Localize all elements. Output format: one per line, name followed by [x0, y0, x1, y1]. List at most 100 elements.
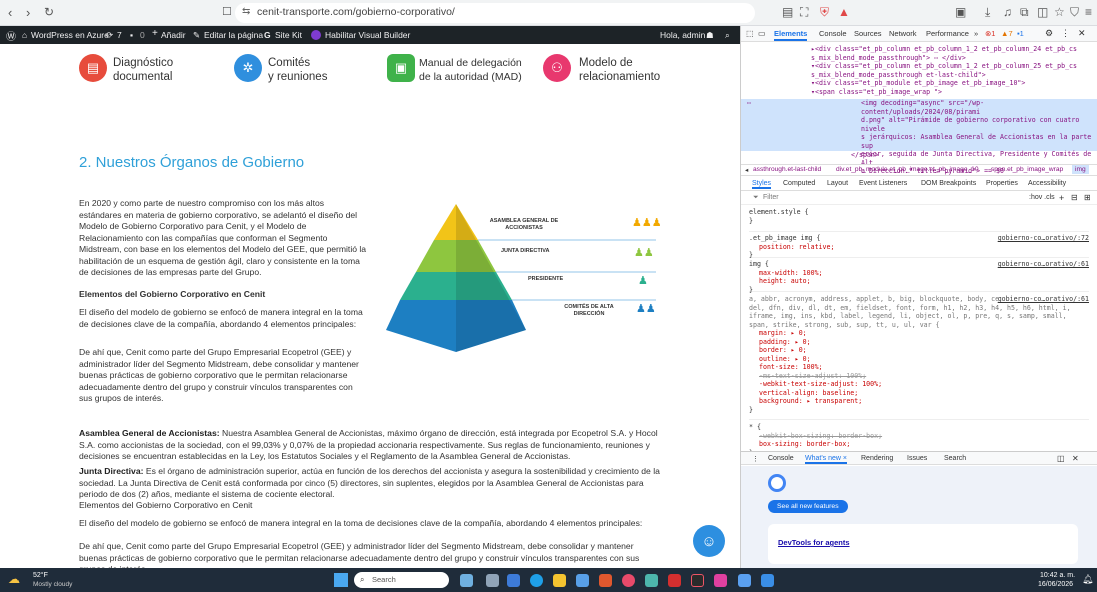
- wordpress-logo-icon[interactable]: Ⓦ: [6, 28, 16, 43]
- device-toolbar-icon[interactable]: ▭: [758, 29, 766, 38]
- rewards-icon[interactable]: ▲: [838, 5, 850, 19]
- new-rule-icon[interactable]: +: [1059, 193, 1064, 203]
- close-devtools-icon[interactable]: ✕: [1078, 28, 1086, 39]
- add-new-link[interactable]: Añadir: [161, 30, 186, 40]
- drawer-close-icon[interactable]: ✕: [1072, 454, 1079, 463]
- drawer-tab-issues[interactable]: Issues: [907, 455, 927, 462]
- tab-network[interactable]: Network: [889, 29, 917, 38]
- rule-prop[interactable]: font-size: 100%;: [749, 363, 1089, 372]
- sitekit-icon[interactable]: G: [264, 30, 271, 40]
- dom-line[interactable]: ▸<div class="et_pb_column et_pb_column_1…: [811, 45, 1096, 54]
- rule-prop-overridden[interactable]: -ms-text-size-adjust: 100%;: [749, 372, 1089, 381]
- search-icon[interactable]: ⌕: [725, 30, 730, 41]
- rule-prop[interactable]: max-width: 100%;: [749, 269, 1089, 278]
- inspect-icon[interactable]: ⬚: [746, 29, 754, 38]
- vpn-app-icon[interactable]: [738, 574, 751, 587]
- visual-builder-link[interactable]: Habilitar Visual Builder: [325, 30, 410, 40]
- tab-sources[interactable]: Sources: [854, 29, 882, 38]
- devtools-agents-link[interactable]: DevTools for agents: [778, 538, 850, 547]
- address-bar[interactable]: ⇆ cenit-transporte.com/gobierno-corporat…: [235, 3, 755, 23]
- media-icon[interactable]: ♫: [1003, 5, 1012, 19]
- teams-icon[interactable]: [645, 574, 658, 587]
- span-close[interactable]: </span>: [851, 151, 879, 160]
- sitekit-link[interactable]: Site Kit: [275, 30, 302, 40]
- rule-prop[interactable]: outline: ▸ 0;: [749, 355, 1089, 364]
- widgets-icon[interactable]: [486, 574, 499, 587]
- dom-line[interactable]: ▾<div class="et_pb_module et_pb_image et…: [811, 79, 1096, 88]
- selected-img-node[interactable]: ⋯ <img decoding="async" src="/wp-content…: [741, 99, 1097, 175]
- rule-prop[interactable]: height: auto;: [749, 277, 1089, 286]
- updates-count[interactable]: 7: [117, 30, 122, 40]
- kebab-menu-icon[interactable]: ⋮: [1061, 28, 1070, 39]
- tab-computed[interactable]: Computed: [783, 180, 815, 187]
- split-view-icon[interactable]: ◫: [1037, 5, 1048, 19]
- tab-styles[interactable]: Styles: [752, 180, 772, 189]
- notification-icon[interactable]: 🔔︎: [1082, 574, 1093, 585]
- reader-icon[interactable]: ▤: [782, 5, 793, 19]
- rule-source[interactable]: gobierno-co…orativo/:61: [998, 260, 1089, 269]
- rule-prop[interactable]: padding: ▸ 0;: [749, 338, 1089, 347]
- rule-prop-overridden[interactable]: -webkit-box-sizing: border-box;: [749, 432, 1089, 441]
- see-all-features-button[interactable]: See all new features: [768, 500, 848, 513]
- breadcrumb-item[interactable]: div.et_pb_module.et_pb_image.et_pb_image…: [836, 166, 978, 173]
- weather-text[interactable]: Mostly cloudy: [33, 581, 72, 588]
- rule-source[interactable]: gobierno-co…orativo/:61: [997, 295, 1089, 304]
- info-count[interactable]: ▪1: [1017, 29, 1024, 38]
- breadcrumb-item[interactable]: assthrough.et-last-child: [753, 166, 821, 173]
- drawer-tab-whats-new[interactable]: What's new ×: [805, 455, 847, 464]
- task-view-icon[interactable]: [460, 574, 473, 587]
- clock-time[interactable]: 10:42 a. m.: [1040, 572, 1075, 579]
- site-name-link[interactable]: WordPress en Azure: [31, 30, 109, 40]
- howdy-admin[interactable]: Hola, admin: [660, 30, 705, 40]
- chatbot-button[interactable]: ☺: [693, 525, 725, 557]
- comments-count[interactable]: 0: [140, 30, 145, 40]
- icon-label-modelo[interactable]: Modelo de relacionamiento: [579, 56, 660, 84]
- back-icon[interactable]: ‹: [8, 5, 12, 20]
- tab-layout[interactable]: Layout: [827, 180, 848, 187]
- tab-performance[interactable]: Performance: [926, 29, 969, 38]
- breadcrumb-left-icon[interactable]: ◂: [745, 166, 748, 174]
- sidebar-toggle-icon[interactable]: ⊞: [1084, 193, 1091, 202]
- add-new-icon[interactable]: +: [152, 28, 158, 39]
- rule-prop[interactable]: position: relative;: [749, 243, 1089, 252]
- forward-icon[interactable]: ›: [26, 5, 30, 20]
- brave-icon[interactable]: [599, 574, 612, 587]
- rule-prop[interactable]: vertical-align: baseline;: [749, 389, 1089, 398]
- reload-icon[interactable]: ↻: [44, 5, 54, 19]
- user-avatar-icon[interactable]: ☗: [706, 30, 714, 41]
- weather-icon[interactable]: ☁: [8, 572, 20, 586]
- tab-accessibility[interactable]: Accessibility: [1028, 180, 1066, 187]
- rule-prop[interactable]: background: ▸ transparent;: [749, 397, 1089, 406]
- error-count[interactable]: ⊗1: [985, 29, 995, 38]
- style-rule[interactable]: img { gobierno-co…orativo/:61 max-width:…: [749, 258, 1089, 294]
- updates-icon[interactable]: ⟳: [106, 30, 113, 41]
- screenshot-icon[interactable]: ⛶: [800, 5, 808, 20]
- style-rule[interactable]: element.style { }: [749, 208, 1089, 232]
- settings-icon[interactable]: ⚙: [1045, 28, 1053, 39]
- download-icon[interactable]: ⤓: [985, 5, 990, 20]
- acrobat-icon[interactable]: [668, 574, 681, 587]
- dom-line[interactable]: s_mix_blend_mode_passthrough"> ⋯ </div>: [811, 54, 1096, 63]
- sidebar-icon[interactable]: ▣: [955, 5, 966, 19]
- edit-page-icon[interactable]: ✎: [193, 30, 200, 41]
- dock-icon[interactable]: ◫: [1057, 454, 1065, 463]
- clock-date[interactable]: 16/06/2026: [1038, 581, 1073, 588]
- bookmark-page-icon[interactable]: ☐: [222, 5, 232, 18]
- tab-elements[interactable]: Elements: [774, 29, 808, 41]
- dom-line[interactable]: ▾<div class="et_pb_column et_pb_column_1…: [811, 62, 1096, 71]
- tab-event-listeners[interactable]: Event Listeners: [859, 180, 907, 187]
- tab-properties[interactable]: Properties: [986, 180, 1018, 187]
- favorites-icon[interactable]: ☆: [1054, 5, 1065, 19]
- icon-label-manual[interactable]: Manual de delegación de la autoridad (MA…: [419, 56, 522, 84]
- drawer-menu-icon[interactable]: ⋮: [752, 455, 759, 463]
- edge-icon[interactable]: [530, 574, 543, 587]
- tab-console[interactable]: Console: [819, 29, 847, 38]
- rule-prop[interactable]: box-sizing: border-box;: [749, 440, 1089, 449]
- app2-icon[interactable]: [714, 574, 727, 587]
- copilot-icon[interactable]: [507, 574, 520, 587]
- rule-source[interactable]: gobierno-co…orativo/:72: [998, 234, 1089, 243]
- icon-label-diagnostico[interactable]: Diagnóstico documental: [113, 56, 173, 84]
- tab-dom-breakpoints[interactable]: DOM Breakpoints: [921, 180, 976, 187]
- drawer-tab-rendering[interactable]: Rendering: [861, 455, 893, 462]
- file-explorer-icon[interactable]: [553, 574, 566, 587]
